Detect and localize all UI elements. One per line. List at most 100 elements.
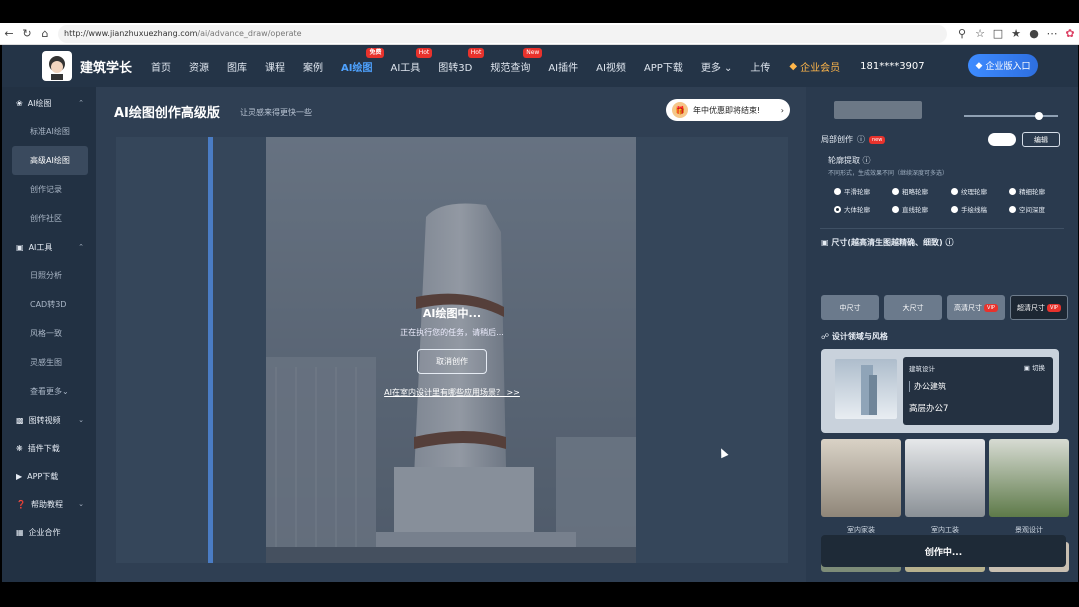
- vip-badge: VIP: [984, 303, 998, 312]
- right-band: [636, 137, 788, 563]
- sidebar-item-advanced-ai[interactable]: 高级AI绘图: [12, 146, 88, 175]
- sidebar-group-enterprise[interactable]: ▦ 企业合作: [2, 518, 96, 546]
- thumb-label: 景观设计: [1015, 526, 1043, 534]
- nav-courses[interactable]: 课程: [265, 59, 285, 74]
- sidebar-group-plugin[interactable]: ❋ 插件下载: [2, 434, 96, 462]
- nav-home[interactable]: 首页: [151, 59, 171, 74]
- sidebar-group-help[interactable]: ❓ 帮助教程 ⌄: [2, 490, 96, 518]
- contour-note: 不同形式，生成效果不同（继续深度可多选）: [828, 170, 949, 177]
- sidebar-item-history[interactable]: 创作记录: [2, 175, 96, 204]
- field-thumb: [835, 359, 897, 419]
- slider-thumb[interactable]: [1035, 112, 1043, 120]
- nav-ai-draw[interactable]: AI绘图 免费: [341, 47, 385, 74]
- generating-desc: 正在执行您的任务，请稍后...: [400, 328, 504, 337]
- divider: [820, 228, 1064, 229]
- diamond-icon: ◆: [789, 60, 798, 72]
- strength-slider[interactable]: [964, 115, 1058, 117]
- user-account[interactable]: 181****3907: [860, 61, 925, 72]
- thumb-home[interactable]: [821, 439, 901, 517]
- cancel-button[interactable]: 取消创作: [417, 349, 487, 374]
- switch-button[interactable]: ▣ 切换: [1024, 362, 1045, 372]
- help-icon: ⓘ: [945, 238, 954, 247]
- favorites-bar-icon[interactable]: ★: [1007, 25, 1025, 43]
- brand-name: 建筑学长: [80, 60, 133, 76]
- nav-resources[interactable]: 资源: [189, 59, 209, 74]
- sidebar-item-cad-3d[interactable]: CAD转3D: [2, 290, 96, 319]
- nav-upload[interactable]: 上传: [750, 59, 770, 74]
- favorite-icon[interactable]: ☆: [971, 25, 989, 43]
- palette-icon: ❀: [16, 98, 23, 108]
- chevron-up-icon: ⌃: [78, 243, 84, 251]
- sidebar-group-ai-draw[interactable]: ❀ AI绘图 ⌃: [2, 89, 96, 117]
- zoom-icon[interactable]: ⚲: [953, 25, 971, 43]
- partial-toggle[interactable]: [988, 133, 1016, 146]
- split-line: [208, 137, 213, 563]
- thumb-landscape[interactable]: [989, 439, 1069, 517]
- create-button[interactable]: 创作中...: [821, 535, 1066, 567]
- nav-ai-video[interactable]: AI视频: [596, 59, 626, 74]
- screen: ← ↻ ⌂ http://www.jianzhuxuezhang.com/ai/…: [0, 0, 1079, 607]
- app: 建筑学长 首页 资源 图库 课程 案例 AI绘图 免费 AI工具 Hot 图转3D H…: [2, 45, 1078, 582]
- home-icon[interactable]: ⌂: [36, 25, 54, 43]
- nav-ai-plugin[interactable]: AI插件: [548, 59, 578, 74]
- sidebar-item-sunlight[interactable]: 日照分析: [2, 261, 96, 290]
- sidebar-item-more[interactable]: 查看更多 ⌄: [2, 377, 96, 406]
- field-title: ☍ 设计领域与风格: [821, 332, 888, 341]
- sidebar-group-ai-tools[interactable]: ▣ AI工具 ⌃: [2, 233, 96, 261]
- gift-icon: 🎁: [672, 102, 688, 118]
- sidebar-group-video[interactable]: ▩ 图转视频 ⌄: [2, 406, 96, 434]
- toolbox-icon: ▣: [16, 242, 24, 252]
- nav-code-query[interactable]: 规范查询 New: [490, 47, 543, 74]
- video-icon: ▩: [16, 415, 24, 425]
- reload-icon[interactable]: ↻: [18, 25, 36, 43]
- back-icon[interactable]: ←: [0, 25, 18, 43]
- nav-cases[interactable]: 案例: [303, 59, 323, 74]
- nav-app-download[interactable]: APP下载: [644, 59, 683, 74]
- field-info: 建筑设计 ▣ 切换 办公建筑 高层办公7: [903, 357, 1053, 425]
- nav-gallery[interactable]: 图库: [227, 59, 247, 74]
- thumb-workspace[interactable]: [905, 439, 985, 517]
- size-uhd[interactable]: 超清尺寸 VIP: [1010, 295, 1068, 320]
- menu-icon[interactable]: ⋯: [1043, 25, 1061, 43]
- sidebar-item-standard-ai[interactable]: 标准AI绘图: [2, 117, 96, 146]
- promo-banner[interactable]: 🎁 年中优惠即将结束! ›: [666, 99, 790, 121]
- logo[interactable]: [42, 51, 72, 81]
- page-subtitle: 让灵感来得更快一些: [240, 108, 312, 117]
- profile-icon[interactable]: ●: [1025, 25, 1043, 43]
- sidebar-group-app[interactable]: ▶ APP下载: [2, 462, 96, 490]
- chevron-down-icon: ⌄: [78, 500, 84, 508]
- address-bar[interactable]: http://www.jianzhuxuezhang.com/ai/advanc…: [58, 24, 947, 43]
- chevron-down-icon: ⌄: [78, 416, 84, 424]
- tip-link[interactable]: AI在室内设计里有哪些应用场景？ >>: [116, 387, 788, 398]
- nav-more[interactable]: 更多 ⌄: [701, 59, 733, 74]
- size-large[interactable]: 大尺寸: [884, 295, 942, 320]
- radio-sketch[interactable]: 手绘线稿: [951, 204, 987, 214]
- radio-texture[interactable]: 纹理轮廓: [951, 186, 987, 196]
- size-medium[interactable]: 中尺寸: [821, 295, 879, 320]
- sidebar-item-community[interactable]: 创作社区: [2, 204, 96, 233]
- extensions-icon[interactable]: □: [989, 25, 1007, 43]
- nav-image-to-3d[interactable]: 图转3D Hot: [438, 47, 485, 74]
- radio-smooth[interactable]: 平滑轮廓: [834, 186, 870, 196]
- copilot-icon[interactable]: ✿: [1061, 25, 1079, 43]
- puzzle-icon: ❋: [16, 443, 23, 453]
- nav-ai-tools[interactable]: AI工具 Hot: [390, 47, 433, 74]
- sidebar-item-inspiration[interactable]: 灵感生图: [2, 348, 96, 377]
- generating-title: AI绘图中...: [422, 307, 482, 320]
- radio-straight[interactable]: 直线轮廓: [892, 204, 928, 214]
- thumb-label: 室内家装: [847, 526, 875, 534]
- radio-fine[interactable]: 精细轮廓: [1009, 186, 1045, 196]
- sidebar: ❀ AI绘图 ⌃ 标准AI绘图 高级AI绘图 创作记录 创作社区 ▣ AI工具 ⌃ 日照…: [2, 87, 96, 582]
- vip-link[interactable]: ◆ 企业会员: [789, 59, 840, 74]
- radio-depth[interactable]: 空间深度: [1009, 204, 1045, 214]
- sidebar-item-style-consistency[interactable]: 风格一致: [2, 319, 96, 348]
- edit-button[interactable]: 编辑: [1022, 132, 1060, 147]
- new-badge: new: [869, 135, 886, 144]
- thumb-label: 室内工装: [931, 526, 959, 534]
- field-card[interactable]: 建筑设计 ▣ 切换 办公建筑 高层办公7: [821, 349, 1059, 433]
- enterprise-button[interactable]: ◆ 企业版入口: [968, 54, 1038, 77]
- size-hd[interactable]: 高清尺寸 VIP: [947, 295, 1005, 320]
- radio-general[interactable]: 大体轮廓: [834, 204, 870, 214]
- radio-rough[interactable]: 粗略轮廓: [892, 186, 928, 196]
- url-path: /ai/advance_draw/operate: [197, 29, 302, 38]
